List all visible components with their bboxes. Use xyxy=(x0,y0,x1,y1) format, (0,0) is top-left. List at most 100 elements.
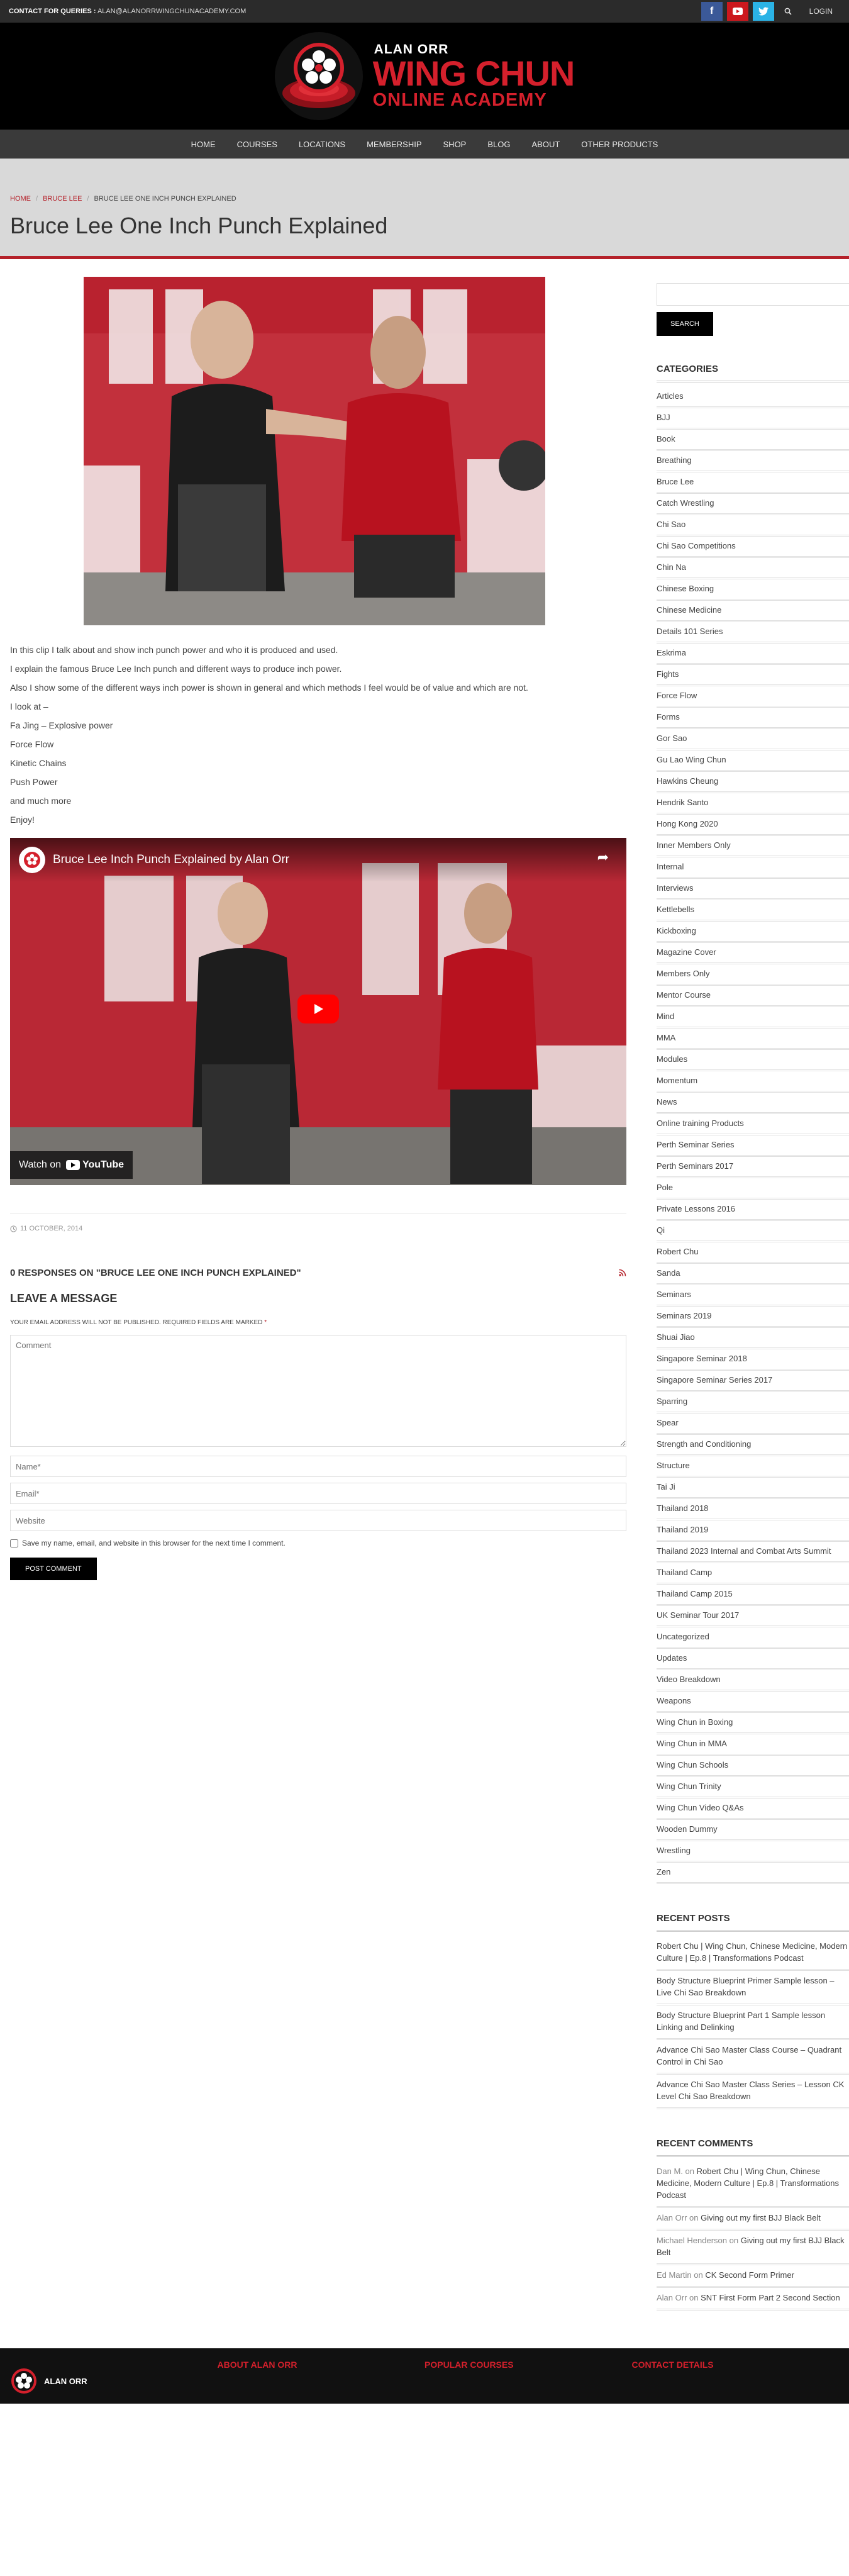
nav-shop[interactable]: SHOP xyxy=(433,140,477,149)
category-link[interactable]: Qi xyxy=(657,1225,665,1235)
category-link[interactable]: Structure xyxy=(657,1461,690,1470)
category-link[interactable]: Wooden Dummy xyxy=(657,1824,718,1834)
nav-courses[interactable]: COURSES xyxy=(226,140,288,149)
category-link[interactable]: Wing Chun in Boxing xyxy=(657,1717,733,1727)
category-link[interactable]: Thailand Camp xyxy=(657,1568,712,1577)
category-link[interactable]: Seminars xyxy=(657,1290,691,1299)
category-link[interactable]: Fights xyxy=(657,669,679,679)
recent-post-link[interactable]: Robert Chu | Wing Chun, Chinese Medicine… xyxy=(657,1941,847,1963)
breadcrumb-home[interactable]: HOME xyxy=(10,195,31,203)
category-link[interactable]: Book xyxy=(657,434,675,443)
nav-about[interactable]: ABOUT xyxy=(521,140,570,149)
category-link[interactable]: Force Flow xyxy=(657,691,697,700)
nav-membership[interactable]: MEMBERSHIP xyxy=(356,140,432,149)
recent-post-link[interactable]: Body Structure Blueprint Part 1 Sample l… xyxy=(657,2010,825,2032)
category-link[interactable]: Bruce Lee xyxy=(657,477,694,486)
youtube-button[interactable] xyxy=(726,2,748,21)
recent-post-link[interactable]: Advance Chi Sao Master Class Course – Qu… xyxy=(657,2045,841,2066)
category-link[interactable]: Mentor Course xyxy=(657,990,711,1000)
site-logo[interactable]: ALAN ORR WING CHUN ONLINE ACADEMY xyxy=(274,32,575,120)
video-embed[interactable]: Bruce Lee Inch Punch Explained by Alan O… xyxy=(10,838,626,1185)
category-link[interactable]: BJJ xyxy=(657,413,670,422)
video-title[interactable]: Bruce Lee Inch Punch Explained by Alan O… xyxy=(53,853,289,867)
nav-blog[interactable]: BLOG xyxy=(477,140,521,149)
category-link[interactable]: Wing Chun Trinity xyxy=(657,1781,721,1791)
nav-home[interactable]: HOME xyxy=(180,140,226,149)
category-link[interactable]: Strength and Conditioning xyxy=(657,1439,751,1449)
category-link[interactable]: Inner Members Only xyxy=(657,840,731,850)
category-link[interactable]: Online training Products xyxy=(657,1118,744,1128)
category-link[interactable]: Tai Ji xyxy=(657,1482,675,1492)
category-link[interactable]: News xyxy=(657,1097,677,1107)
category-link[interactable]: Hong Kong 2020 xyxy=(657,819,718,828)
comment-field[interactable] xyxy=(10,1335,626,1447)
category-link[interactable]: Members Only xyxy=(657,969,710,978)
category-link[interactable]: Internal xyxy=(657,862,684,871)
category-link[interactable]: Video Breakdown xyxy=(657,1675,721,1684)
category-link[interactable]: Zen xyxy=(657,1867,670,1876)
channel-avatar[interactable] xyxy=(19,847,45,873)
recent-post-link[interactable]: Advance Chi Sao Master Class Series – Le… xyxy=(657,2080,844,2101)
email-field[interactable] xyxy=(10,1483,626,1504)
category-link[interactable]: Shuai Jiao xyxy=(657,1332,695,1342)
category-link[interactable]: Wing Chun in MMA xyxy=(657,1739,727,1748)
watch-on-youtube-button[interactable]: Watch on YouTube xyxy=(10,1151,133,1179)
category-link[interactable]: Hendrik Santo xyxy=(657,798,708,807)
top-search-button[interactable] xyxy=(779,2,797,21)
category-link[interactable]: Wing Chun Video Q&As xyxy=(657,1803,744,1812)
category-link[interactable]: Wing Chun Schools xyxy=(657,1760,728,1770)
sidebar-search-input[interactable] xyxy=(657,283,849,306)
category-link[interactable]: Articles xyxy=(657,391,684,401)
category-link[interactable]: Breathing xyxy=(657,455,692,465)
category-link[interactable]: Weapons xyxy=(657,1696,691,1705)
website-field[interactable] xyxy=(10,1510,626,1531)
search-button[interactable]: SEARCH xyxy=(657,312,713,336)
category-link[interactable]: Catch Wrestling xyxy=(657,498,714,508)
login-link[interactable]: LOGIN xyxy=(802,7,840,16)
category-link[interactable]: Chinese Medicine xyxy=(657,605,721,615)
contact-email-link[interactable]: ALAN@ALANORRWINGCHUNACADEMY.COM xyxy=(97,8,246,15)
category-link[interactable]: Private Lessons 2016 xyxy=(657,1204,735,1213)
recent-post-link[interactable]: Body Structure Blueprint Primer Sample l… xyxy=(657,1976,835,1997)
rss-icon[interactable] xyxy=(619,1268,626,1278)
category-link[interactable]: Gor Sao xyxy=(657,733,687,743)
category-link[interactable]: Singapore Seminar Series 2017 xyxy=(657,1375,772,1385)
category-link[interactable]: Eskrima xyxy=(657,648,686,657)
nav-locations[interactable]: LOCATIONS xyxy=(288,140,356,149)
category-link[interactable]: Chi Sao Competitions xyxy=(657,541,736,550)
category-link[interactable]: Spear xyxy=(657,1418,679,1427)
category-link[interactable]: Mind xyxy=(657,1012,674,1021)
category-link[interactable]: Kettlebells xyxy=(657,905,694,914)
comment-post-link[interactable]: Giving out my first BJJ Black Belt xyxy=(701,2213,821,2222)
category-link[interactable]: Thailand Camp 2015 xyxy=(657,1589,733,1598)
consent-checkbox[interactable] xyxy=(10,1539,18,1547)
category-link[interactable]: Forms xyxy=(657,712,680,722)
category-link[interactable]: Modules xyxy=(657,1054,687,1064)
category-link[interactable]: Seminars 2019 xyxy=(657,1311,711,1320)
post-comment-button[interactable]: POST COMMENT xyxy=(10,1558,97,1580)
category-link[interactable]: Kickboxing xyxy=(657,926,696,935)
category-link[interactable]: Hawkins Cheung xyxy=(657,776,718,786)
name-field[interactable] xyxy=(10,1456,626,1477)
category-link[interactable]: Details 101 Series xyxy=(657,627,723,636)
twitter-button[interactable] xyxy=(752,2,774,21)
category-link[interactable]: Gu Lao Wing Chun xyxy=(657,755,726,764)
category-link[interactable]: Thailand 2018 xyxy=(657,1503,708,1513)
category-link[interactable]: Thailand 2019 xyxy=(657,1525,708,1534)
category-link[interactable]: Sanda xyxy=(657,1268,680,1278)
category-link[interactable]: Uncategorized xyxy=(657,1632,709,1641)
category-link[interactable]: Wrestling xyxy=(657,1846,691,1855)
comment-post-link[interactable]: SNT First Form Part 2 Second Section xyxy=(701,2293,840,2302)
category-link[interactable]: MMA xyxy=(657,1033,675,1042)
category-link[interactable]: Robert Chu xyxy=(657,1247,698,1256)
category-link[interactable]: Perth Seminar Series xyxy=(657,1140,735,1149)
footer-logo[interactable]: ALAN ORR xyxy=(10,2360,218,2395)
category-link[interactable]: Thailand 2023 Internal and Combat Arts S… xyxy=(657,1546,831,1556)
category-link[interactable]: Updates xyxy=(657,1653,687,1663)
category-link[interactable]: Interviews xyxy=(657,883,694,893)
comment-post-link[interactable]: Robert Chu | Wing Chun, Chinese Medicine… xyxy=(657,2166,839,2200)
category-link[interactable]: Magazine Cover xyxy=(657,947,716,957)
category-link[interactable]: Pole xyxy=(657,1183,673,1192)
category-link[interactable]: Chin Na xyxy=(657,562,686,572)
share-icon[interactable]: ➦ xyxy=(597,849,609,866)
